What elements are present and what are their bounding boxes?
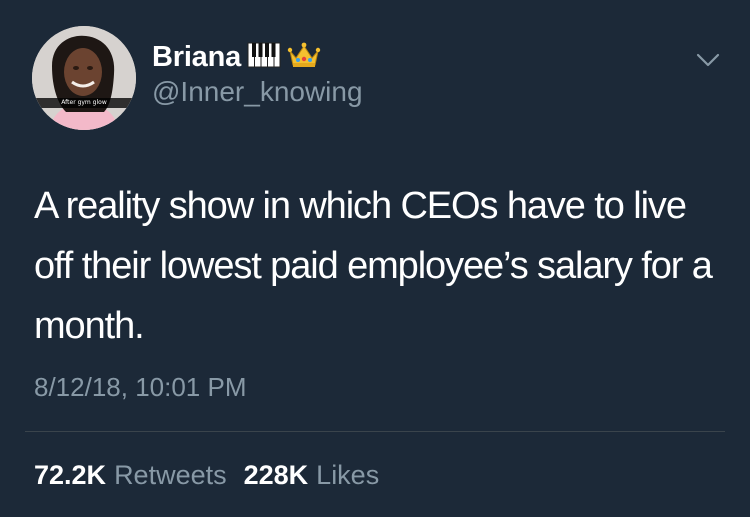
tweet-timestamp[interactable]: 8/12/18, 10:01 PM bbox=[34, 372, 246, 403]
avatar-photo bbox=[32, 26, 136, 130]
likes-count: 228K bbox=[243, 460, 309, 490]
name-row: Briana bbox=[152, 40, 321, 74]
display-name[interactable]: Briana bbox=[152, 41, 241, 74]
user-handle[interactable]: @Inner_knowing bbox=[152, 76, 363, 108]
retweets-label: Retweets bbox=[114, 460, 227, 490]
divider bbox=[25, 431, 725, 432]
avatar-caption: After gym glow bbox=[32, 98, 136, 108]
likes-label: Likes bbox=[316, 460, 380, 490]
chevron-down-icon[interactable] bbox=[694, 50, 722, 70]
avatar[interactable]: After gym glow bbox=[32, 26, 136, 130]
engagement-stats: 72.2K Retweets 228K Likes bbox=[34, 460, 379, 491]
tweet-text: A reality show in which CEOs have to liv… bbox=[34, 185, 713, 347]
retweets-count: 72.2K bbox=[34, 460, 107, 490]
piano-keys-icon bbox=[247, 42, 281, 73]
retweets-stat[interactable]: 72.2K Retweets bbox=[34, 460, 227, 491]
likes-stat[interactable]: 228K Likes bbox=[244, 460, 380, 491]
tweet-card: After gym glow Briana @Inner_knowing A r… bbox=[0, 0, 750, 517]
crown-icon bbox=[287, 41, 321, 74]
